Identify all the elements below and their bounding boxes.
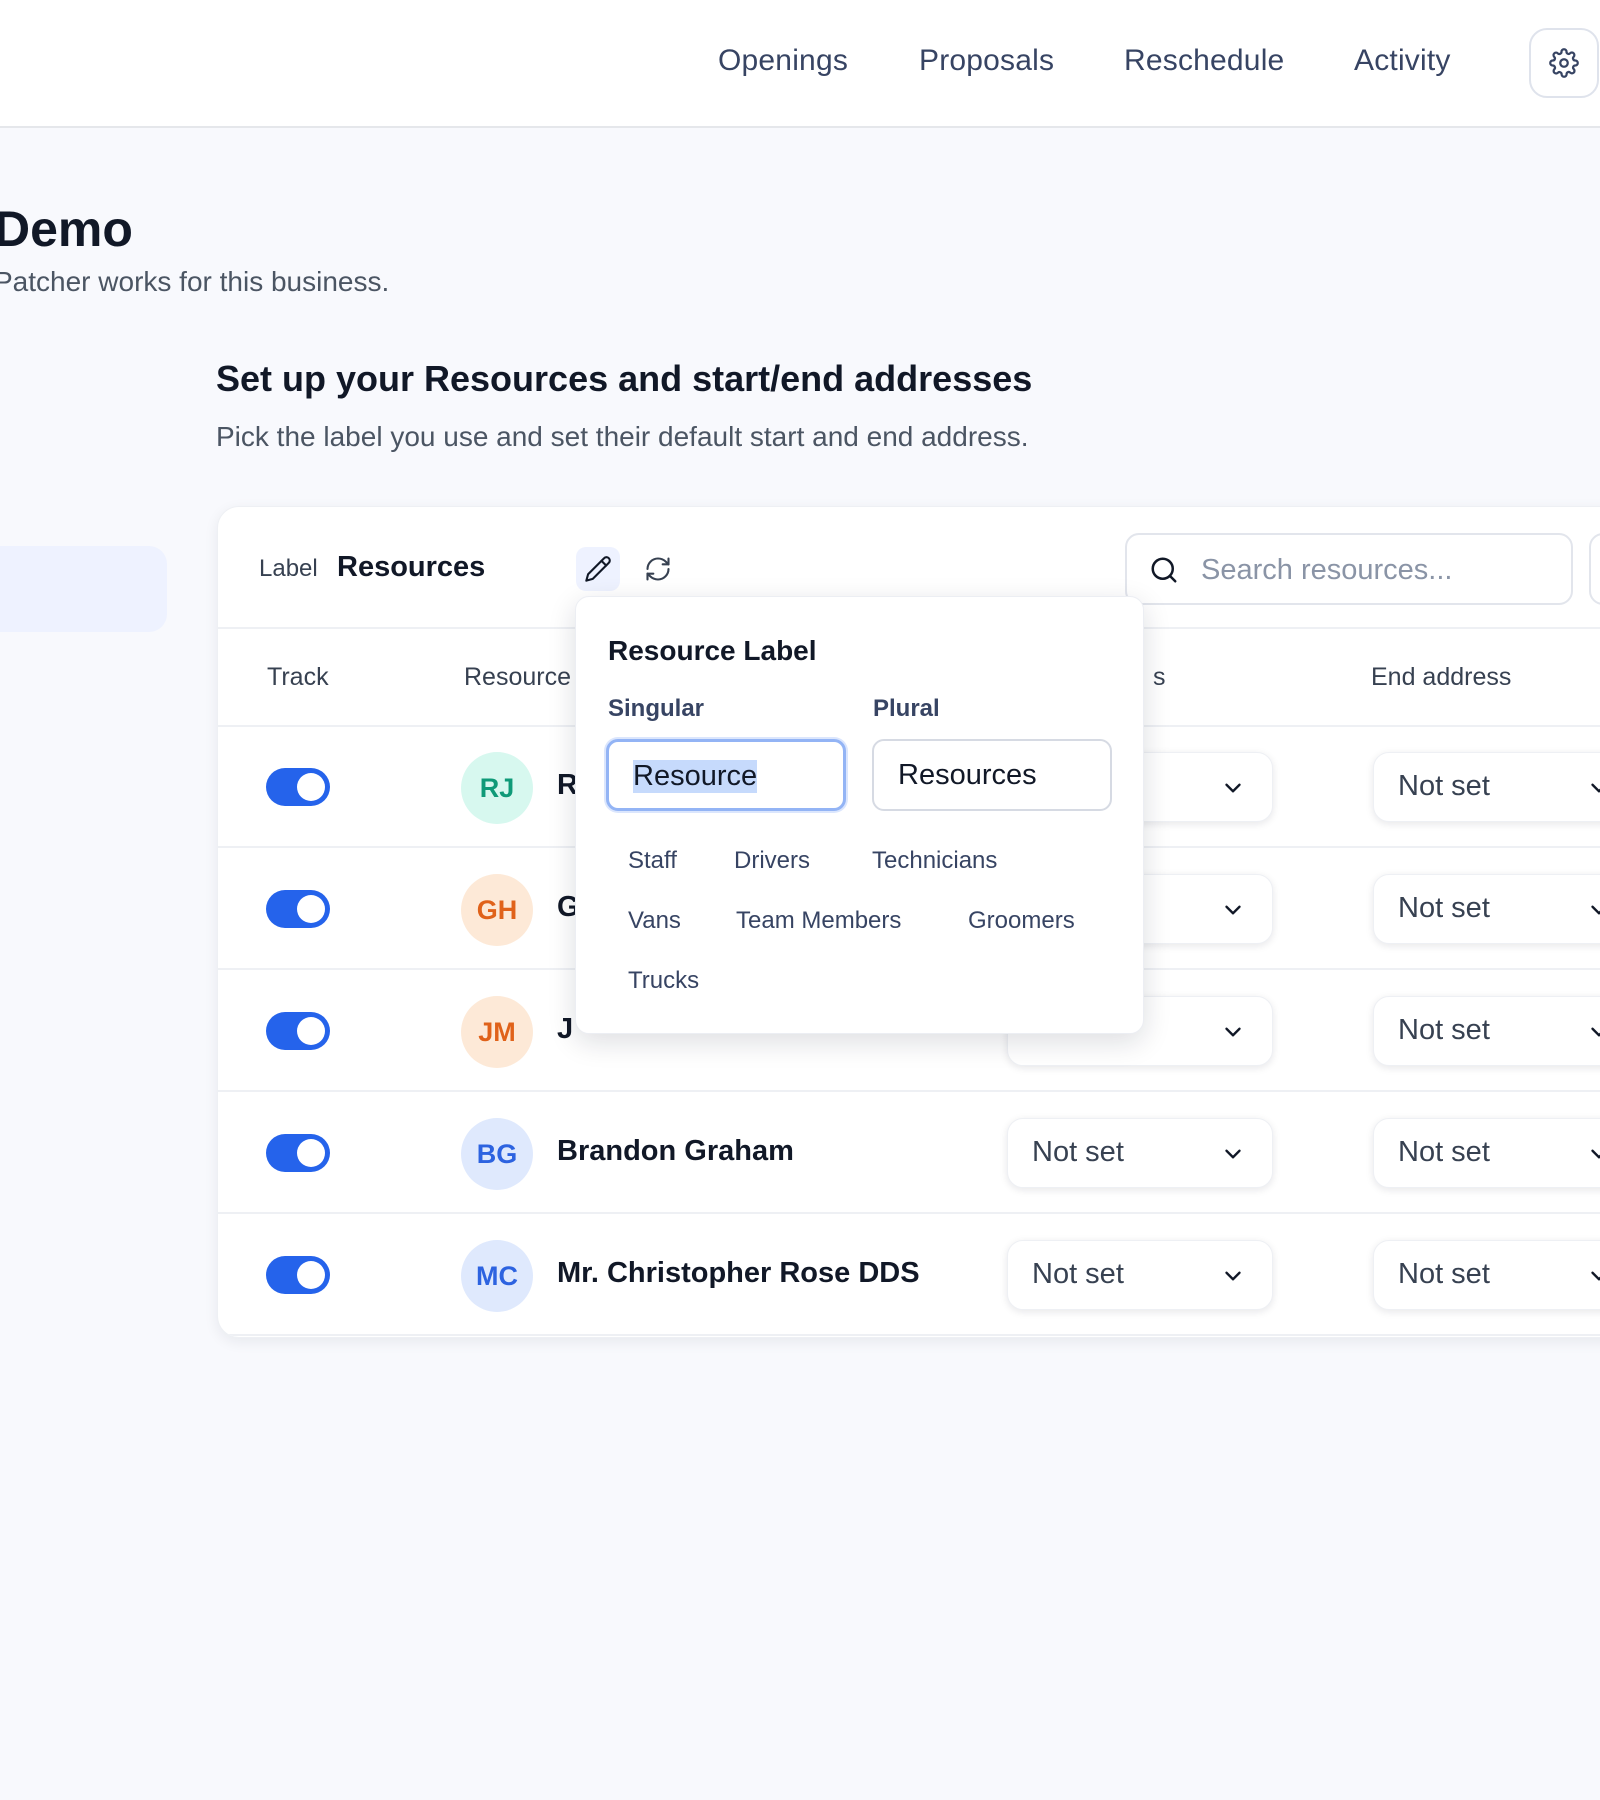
page-title: Demo [0, 201, 133, 257]
search-icon [1151, 557, 1177, 583]
end-address-select[interactable]: Not set [1373, 874, 1600, 944]
avatar: MC [461, 1240, 533, 1312]
table-row: MC Mr. Christopher Rose DDS Not set Not set [218, 1215, 1600, 1336]
avatar: GH [461, 874, 533, 946]
end-address-select[interactable]: Not set [1373, 1118, 1600, 1188]
nav-openings[interactable]: Openings [718, 44, 848, 78]
resource-name: Brandon Graham [557, 1135, 794, 1167]
chevron-down-icon [1591, 1027, 1600, 1037]
col-start-address: s [1153, 663, 1166, 691]
plural-input[interactable]: Resources [872, 739, 1112, 811]
settings-button[interactable] [1529, 28, 1599, 98]
chevron-down-icon [1225, 1149, 1241, 1159]
track-toggle[interactable] [266, 1256, 330, 1294]
start-address-select[interactable]: Not set [1007, 1240, 1273, 1310]
label-value: Resources [337, 551, 486, 583]
section-title: Set up your Resources and start/end addr… [216, 358, 1033, 399]
start-address-value: Not set [1032, 1258, 1124, 1290]
end-address-value: Not set [1398, 1014, 1490, 1046]
end-address-select[interactable]: Not set [1373, 752, 1600, 822]
search-input[interactable] [1199, 549, 1563, 591]
resource-name: Mr. Christopher Rose DDS [557, 1257, 920, 1289]
sidebar-active-item[interactable] [0, 546, 167, 632]
chevron-down-icon [1225, 1027, 1241, 1037]
gear-icon [1549, 48, 1579, 78]
section-subtitle: Pick the label you use and set their def… [216, 421, 1029, 452]
resource-name: J [557, 1013, 574, 1045]
start-address-select[interactable]: Not set [1007, 1118, 1273, 1188]
nav-activity[interactable]: Activity [1354, 44, 1451, 78]
search-box [1125, 533, 1573, 605]
chevron-down-icon [1225, 783, 1241, 793]
col-track: Track [267, 663, 329, 691]
chevron-down-icon [1591, 783, 1600, 793]
suggestion-technicians[interactable]: Technicians [872, 847, 997, 875]
top-navbar: Openings Proposals Reschedule Activity [0, 0, 1600, 128]
label-caption: Label [259, 555, 318, 582]
track-toggle[interactable] [266, 1134, 330, 1172]
toolbar-extra-button[interactable] [1589, 533, 1600, 605]
suggestion-vans[interactable]: Vans [628, 907, 681, 935]
end-address-select[interactable]: Not set [1373, 1240, 1600, 1310]
end-address-value: Not set [1398, 1258, 1490, 1290]
pencil-icon [585, 556, 611, 582]
end-address-value: Not set [1398, 770, 1490, 802]
singular-input-value: Resource [633, 760, 758, 793]
col-resource: Resource [464, 663, 571, 691]
start-address-value: Not set [1032, 1136, 1124, 1168]
chevron-down-icon [1591, 1149, 1600, 1159]
table-row: BG Brandon Graham Not set Not set [218, 1093, 1600, 1214]
nav-reschedule[interactable]: Reschedule [1124, 44, 1284, 78]
chevron-down-icon [1591, 905, 1600, 915]
suggestion-drivers[interactable]: Drivers [734, 847, 810, 875]
page-subtitle: Patcher works for this business. [0, 266, 390, 297]
end-address-select[interactable]: Not set [1373, 996, 1600, 1066]
popover-title: Resource Label [608, 635, 817, 666]
suggestion-staff[interactable]: Staff [628, 847, 677, 875]
avatar: BG [461, 1118, 533, 1190]
refresh-icon [646, 557, 670, 581]
chevron-down-icon [1225, 905, 1241, 915]
end-address-value: Not set [1398, 892, 1490, 924]
track-toggle[interactable] [266, 1012, 330, 1050]
track-toggle[interactable] [266, 768, 330, 806]
plural-label: Plural [873, 695, 940, 722]
singular-input[interactable]: Resource [606, 739, 846, 811]
end-address-value: Not set [1398, 1136, 1490, 1168]
suggestion-groomers[interactable]: Groomers [968, 907, 1075, 935]
avatar: JM [461, 996, 533, 1068]
avatar: RJ [461, 752, 533, 824]
refresh-button[interactable] [636, 547, 680, 591]
col-end-address: End address [1371, 663, 1512, 691]
chevron-down-icon [1225, 1271, 1241, 1281]
chevron-down-icon [1591, 1271, 1600, 1281]
resource-label-popover: Resource Label Singular Plural Resource … [575, 596, 1144, 1034]
nav-proposals[interactable]: Proposals [919, 44, 1054, 78]
suggestion-trucks[interactable]: Trucks [628, 967, 699, 995]
suggestion-team-members[interactable]: Team Members [736, 907, 901, 935]
edit-label-button[interactable] [576, 547, 620, 591]
track-toggle[interactable] [266, 890, 330, 928]
singular-label: Singular [608, 695, 705, 722]
plural-input-value: Resources [898, 759, 1037, 791]
